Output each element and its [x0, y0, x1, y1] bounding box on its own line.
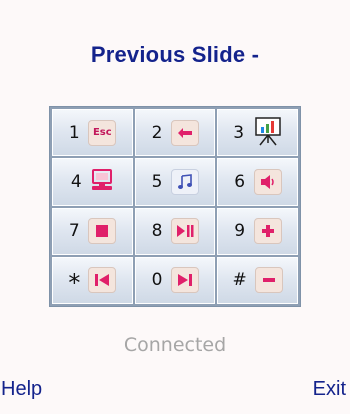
help-softkey[interactable]: Help	[1, 378, 42, 401]
key-star[interactable]: *	[52, 256, 133, 304]
key-label: 8	[151, 221, 163, 242]
key-label: 7	[68, 221, 80, 242]
plus-icon	[253, 218, 282, 245]
key-label: 1	[68, 122, 80, 143]
page-title: Previous Slide -	[90, 42, 260, 67]
presentation-icon	[253, 116, 283, 150]
key-3[interactable]: 3	[217, 109, 298, 157]
key-label: 4	[70, 171, 82, 192]
computer-icon	[90, 168, 114, 196]
play-pause-icon	[170, 218, 199, 245]
key-label: #	[232, 270, 247, 291]
key-label: 0	[151, 270, 163, 291]
keypad: 1 Esc 2 3 4 5 6 7 8 9 * 0 #	[49, 106, 301, 307]
key-4[interactable]: 4	[52, 158, 133, 206]
key-8[interactable]: 8	[134, 207, 216, 255]
key-9[interactable]: 9	[217, 207, 298, 255]
esc-icon: Esc	[88, 119, 117, 146]
key-5[interactable]: 5	[134, 158, 216, 206]
key-6[interactable]: 6	[217, 158, 298, 206]
key-2[interactable]: 2	[134, 109, 216, 157]
connection-status: Connected	[123, 334, 227, 356]
music-icon	[170, 168, 199, 195]
key-1[interactable]: 1 Esc	[52, 109, 133, 157]
previous-track-icon	[88, 267, 117, 294]
key-label: 5	[151, 171, 163, 192]
volume-icon	[253, 168, 282, 195]
key-7[interactable]: 7	[52, 207, 133, 255]
key-label: *	[68, 269, 81, 298]
back-arrow-icon	[170, 119, 199, 146]
minus-icon	[254, 267, 283, 294]
next-track-icon	[170, 267, 199, 294]
exit-softkey[interactable]: Exit	[313, 378, 346, 401]
key-hash[interactable]: #	[217, 256, 298, 304]
stop-icon	[88, 218, 117, 245]
key-label: 9	[234, 221, 246, 242]
key-label: 2	[151, 122, 163, 143]
key-label: 6	[234, 171, 246, 192]
key-label: 3	[233, 122, 245, 143]
key-0[interactable]: 0	[134, 256, 216, 304]
